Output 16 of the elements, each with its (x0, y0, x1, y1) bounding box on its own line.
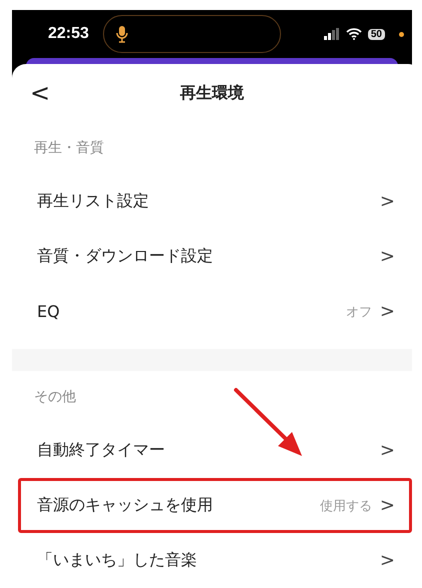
settings-row[interactable]: 音質・ダウンロード設定 > (18, 229, 412, 284)
wifi-icon (346, 28, 362, 40)
signal-icon (324, 28, 340, 40)
annotation-arrow (234, 388, 302, 456)
section-title: その他 (34, 388, 76, 406)
highlighted-settings-row[interactable]: 音源のキャッシュを使用 使用する > (18, 478, 412, 533)
settings-row[interactable]: EQ オフ > (18, 284, 412, 339)
privacy-dot-icon (399, 32, 404, 37)
back-button[interactable]: < (30, 79, 50, 107)
settings-row[interactable]: 「いまいち」した音楽 > (18, 533, 412, 588)
status-time: 22:53 (48, 25, 89, 44)
settings-row[interactable]: 再生リスト設定 > (18, 174, 412, 229)
battery-level: 50 (368, 28, 385, 40)
settings-row[interactable]: 自動終了タイマー > (18, 423, 412, 478)
page-title: 再生環境 (180, 82, 245, 104)
section-title: 再生・音質 (34, 139, 104, 157)
